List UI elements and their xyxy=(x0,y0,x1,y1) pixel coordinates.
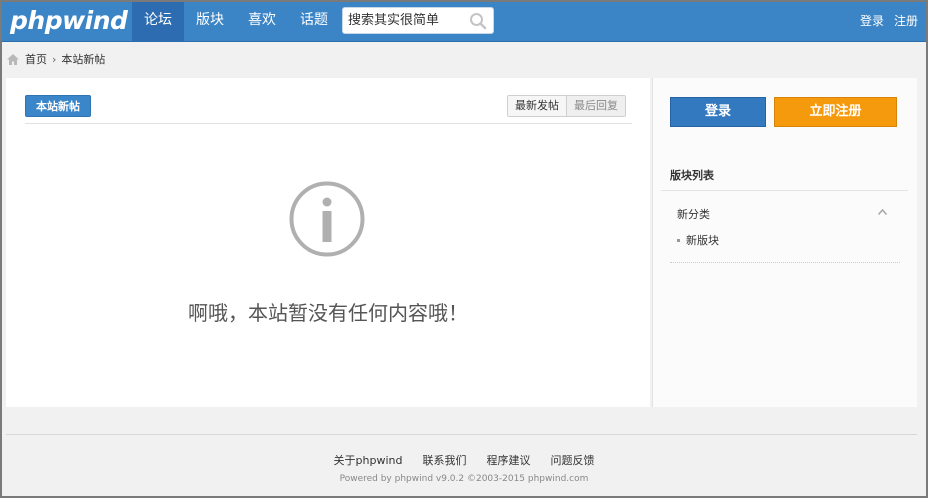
forum-item-label: 新版块 xyxy=(686,234,719,247)
header-register-link[interactable]: 注册 xyxy=(894,12,918,29)
breadcrumb-current: 本站新帖 xyxy=(61,53,106,66)
breadcrumb-home[interactable]: 首页 xyxy=(25,51,47,67)
chevron-up-icon[interactable] xyxy=(878,209,887,215)
register-button[interactable]: 立即注册 xyxy=(774,97,897,127)
copyright: Powered by phpwind v9.0.2 ©2003-2015 php… xyxy=(339,474,589,484)
breadcrumb-separator: › xyxy=(52,52,57,66)
footer-link-feedback[interactable]: 问题反馈 xyxy=(550,452,594,468)
forum-list-title: 版块列表 xyxy=(670,169,714,182)
nav-topics[interactable]: 话题 xyxy=(288,2,340,42)
tab-new-threads[interactable]: 本站新帖 xyxy=(25,95,91,117)
header-account-links: 登录 注册 xyxy=(860,12,918,29)
home-icon[interactable] xyxy=(6,53,20,66)
sort-last-reply[interactable]: 最后回复 xyxy=(567,96,625,116)
search-icon[interactable] xyxy=(469,12,487,30)
search-box xyxy=(342,7,494,34)
nav-likes[interactable]: 喜欢 xyxy=(236,2,288,42)
main-nav: 论坛 版块 喜欢 话题 xyxy=(132,2,340,42)
header-login-link[interactable]: 登录 xyxy=(860,12,884,29)
footer-link-contact[interactable]: 联系我们 xyxy=(422,452,466,468)
footer-link-about[interactable]: 关于phpwind xyxy=(334,452,403,468)
sidebar-divider xyxy=(661,190,908,191)
nav-boards[interactable]: 版块 xyxy=(184,2,236,42)
sort-latest-post[interactable]: 最新发帖 xyxy=(508,96,567,116)
sort-options: 最新发帖 最后回复 xyxy=(507,95,626,117)
tab-divider xyxy=(25,123,632,124)
info-icon xyxy=(289,181,365,257)
login-button[interactable]: 登录 xyxy=(670,97,766,127)
empty-message: 啊哦，本站暂没有任何内容哦！ xyxy=(188,301,468,325)
sidebar-dotted-divider xyxy=(670,262,900,263)
top-header: phpwind 论坛 版块 喜欢 话题 登录 注册 xyxy=(2,2,926,42)
category-new[interactable]: 新分类 xyxy=(677,206,710,222)
logo[interactable]: phpwind xyxy=(10,6,128,35)
footer-links: 关于phpwind 联系我们 程序建议 问题反馈 xyxy=(0,452,928,468)
bullet-icon xyxy=(677,238,680,242)
footer-link-suggestions[interactable]: 程序建议 xyxy=(486,452,530,468)
forum-item-new[interactable]: 新版块 xyxy=(677,232,719,248)
footer-divider xyxy=(6,434,917,435)
breadcrumb: 首页 › 本站新帖 xyxy=(6,51,105,67)
sidebar: 登录 立即注册 版块列表 新分类 新版块 xyxy=(652,78,917,407)
nav-forum[interactable]: 论坛 xyxy=(132,2,184,42)
search-input[interactable] xyxy=(343,8,461,33)
thread-list-panel: 本站新帖 最新发帖 最后回复 啊哦，本站暂没有任何内容哦！ xyxy=(6,78,650,407)
